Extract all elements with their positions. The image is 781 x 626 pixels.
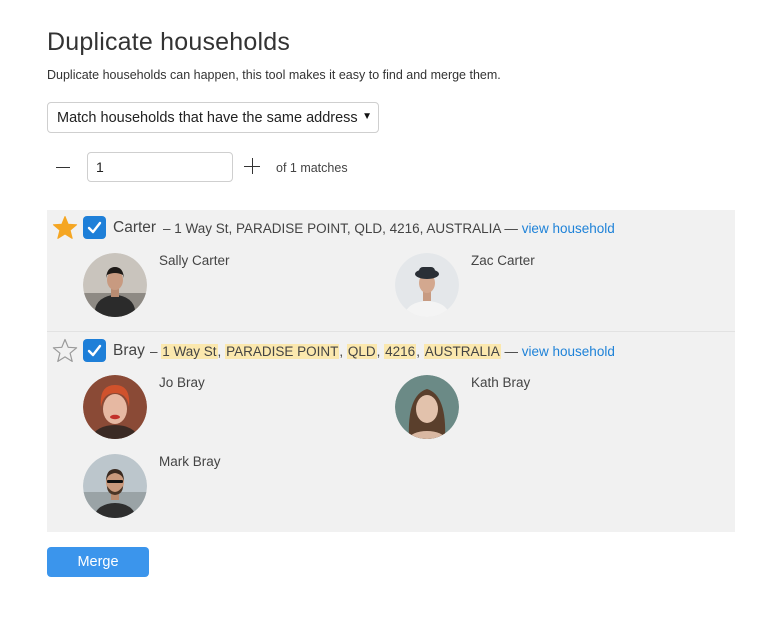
address-match-highlight: PARADISE POINT <box>225 344 340 359</box>
household-checkbox[interactable] <box>83 216 106 239</box>
address-separator: , <box>339 344 347 359</box>
checkmark-icon <box>87 344 102 357</box>
avatar <box>83 454 147 518</box>
address-match-highlight: AUSTRALIA <box>423 344 501 359</box>
household-carter: Carter – 1 Way St, PARADISE POINT, QLD, … <box>47 210 735 331</box>
household-address: 1 Way St, PARADISE POINT, QLD, 4216, AUS… <box>174 221 501 236</box>
household-address-line: – 1 Way St, PARADISE POINT, QLD, 4216, A… <box>150 344 615 359</box>
avatar <box>395 253 459 317</box>
merge-button[interactable]: Merge <box>47 547 149 577</box>
households-panel: Carter – 1 Way St, PARADISE POINT, QLD, … <box>47 210 735 532</box>
star-outline-icon[interactable] <box>52 338 78 364</box>
match-count-label: of 1 matches <box>276 161 348 175</box>
separator: — <box>504 221 518 236</box>
member-name: Zac Carter <box>471 253 535 268</box>
view-household-link[interactable]: view household <box>522 344 615 359</box>
match-number-input[interactable] <box>87 152 233 182</box>
minus-icon <box>56 167 70 168</box>
checkmark-icon <box>87 221 102 234</box>
member-card: Jo Bray <box>83 375 383 441</box>
member-name: Jo Bray <box>159 375 205 390</box>
view-household-link[interactable]: view household <box>522 221 615 236</box>
page-title: Duplicate households <box>47 28 291 56</box>
previous-match-button[interactable] <box>51 158 75 178</box>
member-name: Kath Bray <box>471 375 531 390</box>
household-checkbox[interactable] <box>83 339 106 362</box>
household-name: Carter <box>113 219 157 236</box>
household-address-line: – 1 Way St, PARADISE POINT, QLD, 4216, A… <box>163 221 615 236</box>
avatar <box>83 375 147 439</box>
household-name: Bray <box>113 342 145 359</box>
member-card: Mark Bray <box>83 454 383 520</box>
household-header: Bray – 1 Way St, PARADISE POINT, QLD, 42… <box>47 332 735 368</box>
address-match-highlight: 4216 <box>384 344 417 359</box>
star-filled-icon[interactable] <box>52 215 78 241</box>
address-separator: , <box>217 344 226 359</box>
address-separator: , <box>416 344 424 359</box>
caret-down-icon: ▼ <box>362 111 372 122</box>
household-bray: Bray – 1 Way St, PARADISE POINT, QLD, 42… <box>47 331 735 532</box>
match-criteria-select[interactable]: Match households that have the same addr… <box>47 102 379 133</box>
match-pager: of 1 matches <box>47 152 447 182</box>
member-card: Sally Carter <box>83 253 383 319</box>
avatar <box>395 375 459 439</box>
match-criteria-selected: Match households that have the same addr… <box>57 110 358 126</box>
member-card: Zac Carter <box>395 253 695 319</box>
address-separator: , <box>376 344 385 359</box>
dash: – <box>163 221 171 236</box>
address-match-highlight: QLD <box>346 344 377 359</box>
avatar <box>83 253 147 317</box>
household-header: Carter – 1 Way St, PARADISE POINT, QLD, … <box>47 210 735 246</box>
member-name: Mark Bray <box>159 454 221 469</box>
address-match-highlight: 1 Way St <box>161 344 218 359</box>
page-subtitle: Duplicate households can happen, this to… <box>47 68 501 82</box>
dash: – <box>150 344 158 359</box>
member-name: Sally Carter <box>159 253 230 268</box>
separator: — <box>504 344 519 359</box>
member-card: Kath Bray <box>395 375 695 441</box>
next-match-button[interactable] <box>244 157 262 175</box>
